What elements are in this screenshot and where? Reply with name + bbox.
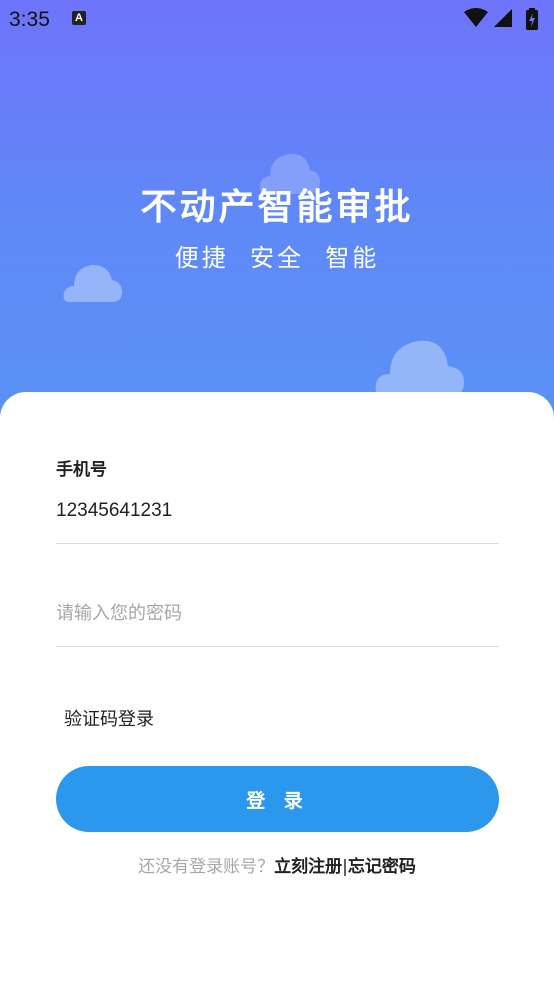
password-input[interactable]: [56, 596, 499, 630]
hero-banner: 3:35 A 不动产智能审批 便捷 安全 智能: [0, 0, 554, 430]
sms-login-link[interactable]: 验证码登录: [64, 705, 154, 731]
forgot-password-link[interactable]: 忘记密码: [348, 857, 416, 877]
no-account-prompt: 还没有登录账号？: [138, 857, 275, 877]
phone-label: 手机号: [56, 460, 107, 480]
status-time: 3:35: [9, 8, 50, 31]
cloud-icon: [375, 340, 464, 398]
signal-icon: [494, 9, 512, 27]
status-bar: 3:35 A: [0, 0, 554, 38]
register-link[interactable]: 立刻注册: [274, 857, 342, 877]
footer-links: 还没有登录账号？立刻注册|忘记密码: [0, 852, 554, 877]
app-title: 不动产智能审批: [140, 187, 414, 228]
battery-icon: [526, 8, 538, 30]
login-card: [0, 392, 554, 992]
phone-input[interactable]: [56, 494, 499, 528]
login-button[interactable]: 登 录: [56, 766, 499, 832]
password-underline: [56, 646, 499, 647]
wifi-icon: [464, 8, 488, 27]
app-tagline: 便捷 安全 智能: [174, 244, 380, 272]
notification-a-icon: A: [72, 11, 86, 25]
phone-underline: [56, 543, 499, 544]
